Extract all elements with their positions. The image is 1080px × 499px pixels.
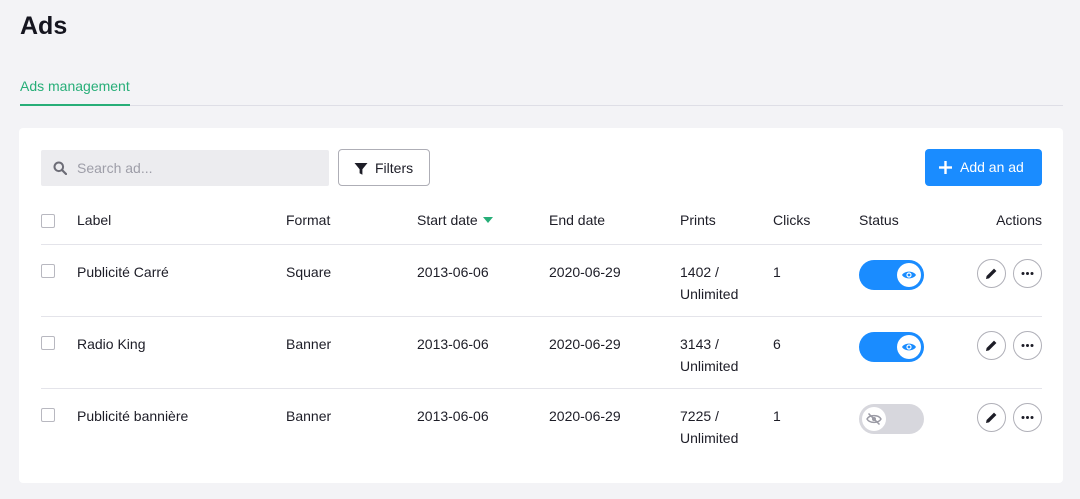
cell-prints-count: 3143 / xyxy=(680,336,719,352)
more-dots-icon xyxy=(1021,416,1034,419)
cell-prints-limit: Unlimited xyxy=(680,430,739,446)
cell-prints: 7225 / Unlimited xyxy=(680,405,738,449)
cell-start-date: 2013-06-06 xyxy=(417,264,489,280)
page-title: Ads xyxy=(20,12,68,40)
sort-desc-icon xyxy=(482,217,493,223)
cell-end-date: 2020-06-29 xyxy=(549,408,621,424)
eye-icon xyxy=(902,343,916,351)
more-actions-button[interactable] xyxy=(1013,259,1042,288)
search-input[interactable] xyxy=(77,150,317,186)
cell-label: Publicité Carré xyxy=(77,264,169,280)
tab-bar: Ads management xyxy=(20,76,1063,106)
column-header-start-date[interactable]: Start date xyxy=(417,212,493,228)
table-row: Publicité bannière Banner 2013-06-06 202… xyxy=(41,389,1042,461)
filter-icon xyxy=(354,163,368,175)
cell-start-date: 2013-06-06 xyxy=(417,336,489,352)
cell-clicks: 1 xyxy=(773,408,781,424)
edit-button[interactable] xyxy=(977,331,1006,360)
column-header-label[interactable]: Label xyxy=(77,212,111,228)
column-header-actions: Actions xyxy=(996,212,1042,228)
cell-format: Square xyxy=(286,264,332,280)
column-header-end-date[interactable]: End date xyxy=(549,212,605,228)
pencil-icon xyxy=(986,268,997,279)
column-header-prints[interactable]: Prints xyxy=(680,212,716,228)
cell-start-date: 2013-06-06 xyxy=(417,408,489,424)
pencil-icon xyxy=(986,412,997,423)
eye-off-icon xyxy=(866,412,882,426)
status-toggle[interactable] xyxy=(859,260,924,290)
cell-format: Banner xyxy=(286,408,332,424)
filters-button[interactable]: Filters xyxy=(338,149,430,186)
edit-button[interactable] xyxy=(977,403,1006,432)
toggle-knob xyxy=(897,263,921,287)
more-actions-button[interactable] xyxy=(1013,403,1042,432)
eye-icon xyxy=(902,271,916,279)
more-dots-icon xyxy=(1021,344,1034,347)
cell-end-date: 2020-06-29 xyxy=(549,336,621,352)
cell-label: Radio King xyxy=(77,336,146,352)
row-checkbox[interactable] xyxy=(41,336,55,350)
row-checkbox[interactable] xyxy=(41,264,55,278)
filters-button-label: Filters xyxy=(375,160,414,176)
cell-prints: 3143 / Unlimited xyxy=(680,333,738,377)
cell-end-date: 2020-06-29 xyxy=(549,264,621,280)
plus-icon xyxy=(939,161,952,174)
cell-clicks: 6 xyxy=(773,336,781,352)
toggle-knob xyxy=(862,407,886,431)
column-header-clicks[interactable]: Clicks xyxy=(773,212,810,228)
toggle-knob xyxy=(897,335,921,359)
column-header-format[interactable]: Format xyxy=(286,212,330,228)
more-actions-button[interactable] xyxy=(1013,331,1042,360)
status-toggle[interactable] xyxy=(859,404,924,434)
search-icon xyxy=(53,161,67,175)
table-row: Publicité Carré Square 2013-06-06 2020-0… xyxy=(41,245,1042,317)
cell-format: Banner xyxy=(286,336,332,352)
select-all-checkbox[interactable] xyxy=(41,214,55,228)
cell-prints-limit: Unlimited xyxy=(680,358,739,374)
cell-label: Publicité bannière xyxy=(77,408,189,424)
table-row: Radio King Banner 2013-06-06 2020-06-29 … xyxy=(41,317,1042,389)
cell-prints: 1402 / Unlimited xyxy=(680,261,738,305)
table-header: Label Format Start date End date Prints … xyxy=(41,205,1042,245)
edit-button[interactable] xyxy=(977,259,1006,288)
cell-clicks: 1 xyxy=(773,264,781,280)
search-box[interactable] xyxy=(41,150,329,186)
column-header-status[interactable]: Status xyxy=(859,212,899,228)
add-ad-button[interactable]: Add an ad xyxy=(925,149,1042,186)
cell-prints-limit: Unlimited xyxy=(680,286,739,302)
row-checkbox[interactable] xyxy=(41,408,55,422)
ads-card: Filters Add an ad Label Format Start dat… xyxy=(19,128,1063,483)
cell-prints-count: 1402 / xyxy=(680,264,719,280)
status-toggle[interactable] xyxy=(859,332,924,362)
cell-prints-count: 7225 / xyxy=(680,408,719,424)
column-header-start-date-label: Start date xyxy=(417,212,478,228)
tab-ads-management[interactable]: Ads management xyxy=(20,76,130,106)
add-ad-button-label: Add an ad xyxy=(960,159,1024,175)
pencil-icon xyxy=(986,340,997,351)
more-dots-icon xyxy=(1021,272,1034,275)
